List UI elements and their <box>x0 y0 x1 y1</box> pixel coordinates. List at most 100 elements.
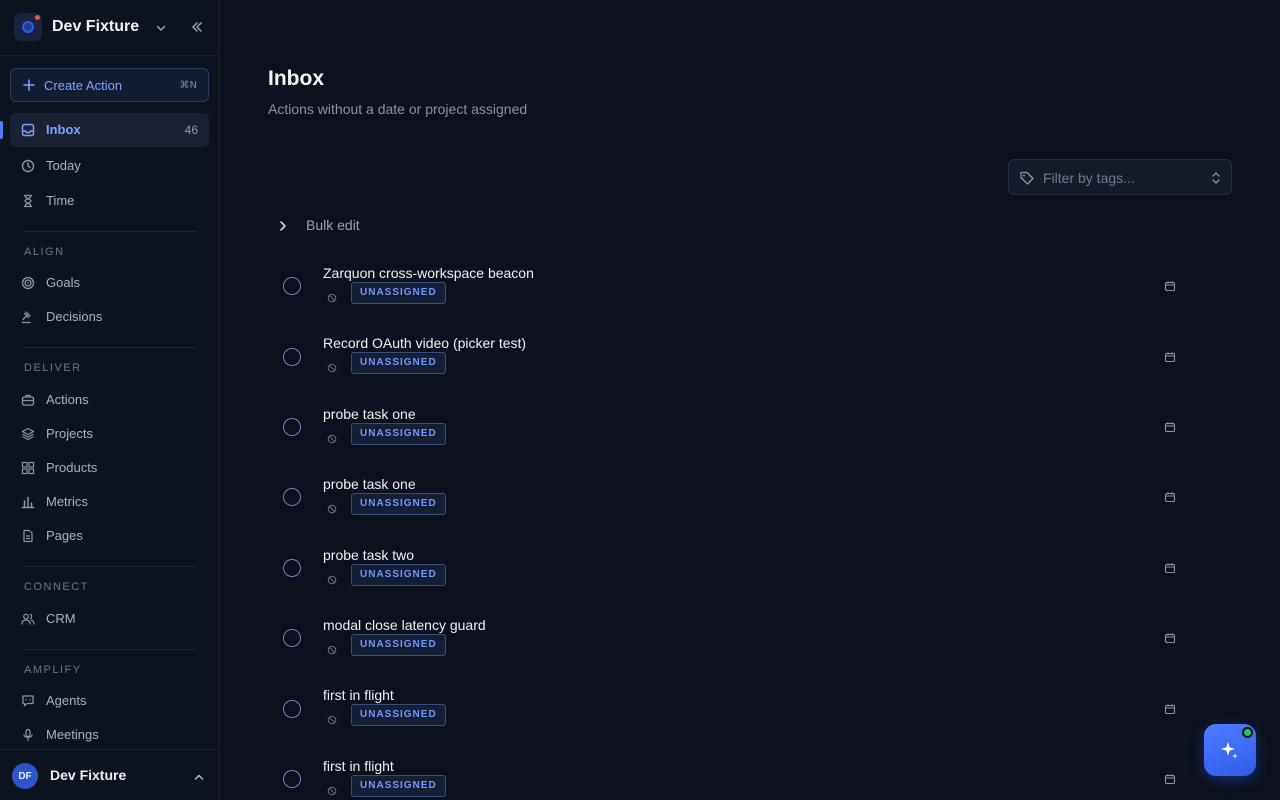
online-status-dot <box>1242 727 1253 738</box>
chevron-up-icon[interactable] <box>193 770 205 788</box>
task-title[interactable]: probe task one <box>323 406 416 422</box>
task-title[interactable]: Zarquon cross-workspace beacon <box>323 265 534 281</box>
status-badge[interactable]: UNASSIGNED <box>351 775 446 797</box>
sparkle-icon <box>1218 738 1242 767</box>
gavel-icon <box>21 310 35 329</box>
task-row[interactable]: probe task one UNASSIGNED <box>270 476 1190 536</box>
sidebar-item-label: Inbox <box>46 122 81 137</box>
sidebar: Dev Fixture Create Action ⌘N Inbox 46 To… <box>0 0 220 800</box>
task-title[interactable]: probe task two <box>323 547 414 563</box>
clock-icon <box>21 159 35 178</box>
task-title[interactable]: modal close latency guard <box>323 617 486 633</box>
status-badge[interactable]: UNASSIGNED <box>351 423 446 445</box>
task-row[interactable]: probe task two UNASSIGNED <box>270 547 1190 607</box>
page-subtitle: Actions without a date or project assign… <box>268 101 528 117</box>
sidebar-item-pages[interactable]: Pages <box>10 519 209 553</box>
calendar-icon[interactable] <box>1164 490 1176 508</box>
calendar-icon[interactable] <box>1164 702 1176 720</box>
task-title[interactable]: probe task one <box>323 476 416 492</box>
no-date-icon <box>327 501 337 519</box>
sidebar-item-products[interactable]: Products <box>10 451 209 485</box>
sidebar-item-label: CRM <box>46 611 76 626</box>
task-row[interactable]: first in flight UNASSIGNED <box>270 758 1190 800</box>
task-checkbox[interactable] <box>283 348 301 366</box>
user-menu[interactable]: DF Dev Fixture <box>0 749 219 800</box>
task-row[interactable]: Zarquon cross-workspace beacon UNASSIGNE… <box>270 265 1190 325</box>
task-checkbox[interactable] <box>283 559 301 577</box>
sidebar-item-time[interactable]: Time <box>10 184 209 218</box>
task-checkbox[interactable] <box>283 418 301 436</box>
status-badge[interactable]: UNASSIGNED <box>351 634 446 656</box>
status-badge[interactable]: UNASSIGNED <box>351 282 446 304</box>
avatar: DF <box>12 763 38 789</box>
layers-icon <box>21 427 35 446</box>
sidebar-item-today[interactable]: Today <box>10 149 209 183</box>
divider <box>24 347 196 348</box>
task-row[interactable]: first in flight UNASSIGNED <box>270 687 1190 747</box>
status-badge[interactable]: UNASSIGNED <box>351 564 446 586</box>
sidebar-item-inbox[interactable]: Inbox 46 <box>10 113 209 147</box>
tag-filter[interactable] <box>1008 159 1232 195</box>
task-row[interactable]: modal close latency guard UNASSIGNED <box>270 617 1190 677</box>
create-action-button[interactable]: Create Action ⌘N <box>10 68 209 102</box>
sidebar-item-crm[interactable]: CRM <box>10 602 209 636</box>
calendar-icon[interactable] <box>1164 772 1176 790</box>
bulk-edit-toggle[interactable]: Bulk edit <box>270 214 390 236</box>
calendar-icon[interactable] <box>1164 631 1176 649</box>
status-badge[interactable]: UNASSIGNED <box>351 704 446 726</box>
calendar-icon[interactable] <box>1164 420 1176 438</box>
section-label-align: ALIGN <box>24 246 65 258</box>
section-label-deliver: DELIVER <box>24 362 82 374</box>
status-badge[interactable]: UNASSIGNED <box>351 352 446 374</box>
calendar-icon[interactable] <box>1164 561 1176 579</box>
no-date-icon <box>327 290 337 308</box>
inbox-count-badge: 46 <box>184 123 198 137</box>
no-date-icon <box>327 783 337 800</box>
calendar-icon[interactable] <box>1164 350 1176 368</box>
workspace-header[interactable]: Dev Fixture <box>0 0 219 56</box>
briefcase-icon <box>21 393 35 412</box>
sidebar-item-metrics[interactable]: Metrics <box>10 485 209 519</box>
status-badge[interactable]: UNASSIGNED <box>351 493 446 515</box>
task-checkbox[interactable] <box>283 277 301 295</box>
sidebar-item-projects[interactable]: Projects <box>10 417 209 451</box>
task-checkbox[interactable] <box>283 770 301 788</box>
task-title[interactable]: Record OAuth video (picker test) <box>323 335 526 351</box>
sidebar-item-label: Actions <box>46 392 89 407</box>
shortcut-hint: ⌘N <box>179 80 197 91</box>
bar-chart-icon <box>21 495 35 514</box>
task-checkbox[interactable] <box>283 700 301 718</box>
sidebar-item-actions[interactable]: Actions <box>10 383 209 417</box>
chevron-down-icon[interactable] <box>155 21 167 39</box>
inbox-icon <box>21 123 35 142</box>
sidebar-item-decisions[interactable]: Decisions <box>10 300 209 334</box>
task-row[interactable]: Record OAuth video (picker test) UNASSIG… <box>270 335 1190 395</box>
sidebar-item-goals[interactable]: Goals <box>10 266 209 300</box>
sidebar-item-label: Time <box>46 193 75 208</box>
tag-icon <box>1019 170 1035 191</box>
task-checkbox[interactable] <box>283 629 301 647</box>
sidebar-item-meetings[interactable]: Meetings <box>10 718 209 752</box>
page-title: Inbox <box>268 67 324 90</box>
sidebar-item-agents[interactable]: Agents <box>10 684 209 718</box>
section-label-amplify: AMPLIFY <box>24 664 82 676</box>
divider <box>24 649 196 650</box>
sidebar-item-label: Pages <box>46 528 83 543</box>
task-title[interactable]: first in flight <box>323 687 394 703</box>
collapse-sidebar-icon[interactable] <box>190 20 204 39</box>
no-date-icon <box>327 431 337 449</box>
sidebar-item-label: Meetings <box>46 727 99 742</box>
task-row[interactable]: probe task one UNASSIGNED <box>270 406 1190 466</box>
task-title[interactable]: first in flight <box>323 758 394 774</box>
ai-assistant-button[interactable] <box>1204 724 1256 776</box>
no-date-icon <box>327 360 337 378</box>
no-date-icon <box>327 572 337 590</box>
mic-icon <box>21 728 35 747</box>
tag-filter-input[interactable] <box>1043 168 1203 188</box>
calendar-icon[interactable] <box>1164 279 1176 297</box>
file-icon <box>21 529 35 548</box>
notification-dot <box>35 15 40 20</box>
active-indicator <box>0 121 3 139</box>
task-checkbox[interactable] <box>283 488 301 506</box>
chat-icon <box>21 694 35 713</box>
